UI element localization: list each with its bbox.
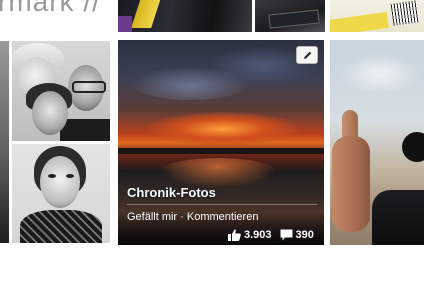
album-stats: 3.903 390 [228,229,314,241]
album-actions: Gefällt mir · Kommentieren [127,211,258,223]
comment-count[interactable]: 390 [296,229,314,241]
page-title-text: rmark // [0,0,101,17]
photo-detail [402,132,424,162]
photo-detail [72,81,106,93]
thumbnail-detail [268,9,320,29]
photo-detail [40,156,80,208]
album-thumbnail-top-3[interactable] [330,0,424,32]
photo-detail [32,91,68,135]
album-title[interactable]: Chronik-Fotos [127,185,216,200]
thumbnail-detail [131,0,161,28]
photo-detail [20,210,102,243]
like-link[interactable]: Gefällt mir [127,211,177,223]
album-thumbnail-top-2[interactable] [255,0,325,32]
pencil-icon [303,51,311,59]
edit-album-button[interactable] [296,46,318,64]
thumbnail-detail [118,16,132,32]
action-separator: · [177,211,187,223]
caption-divider [127,204,317,205]
album-thumbnail-top-1[interactable] [118,0,252,32]
album-thumbnail-right[interactable] [330,40,424,245]
thumbnail-detail [390,0,420,26]
photo-portrait[interactable] [12,144,110,243]
speech-bubble-icon [280,229,293,241]
photo-detail [60,119,110,141]
photo-detail [48,174,56,178]
photo-detail [372,190,424,245]
page-title: rmark // [0,0,112,20]
photo-detail [148,112,298,146]
like-count[interactable]: 3.903 [244,229,272,241]
photo-detail [118,148,324,154]
photo-detail [66,174,74,178]
photo-group-selfie[interactable] [12,41,110,141]
comment-link[interactable]: Kommentieren [187,211,259,223]
photo-detail [332,136,370,232]
thumbnail-detail [330,11,389,32]
thumbs-up-icon [228,229,241,241]
photo-detail [340,54,420,94]
album-thumbnail-left[interactable] [0,41,9,243]
